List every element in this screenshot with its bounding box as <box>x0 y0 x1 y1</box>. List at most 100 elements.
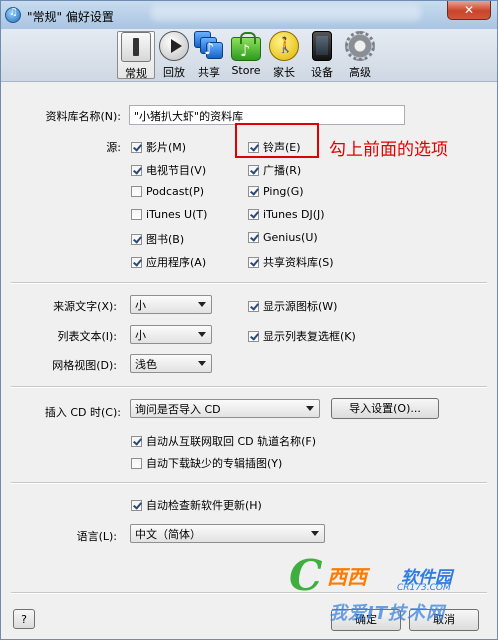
grid-view-select[interactable]: 浅色 <box>130 354 212 373</box>
preferences-toolbar: 常规 回放 ♪ 共享 Store 家长 设备 <box>1 29 497 82</box>
language-label: 语言(L): <box>76 530 117 543</box>
tab-parental[interactable]: 家长 <box>265 31 303 79</box>
window-title: "常规" 偏好设置 <box>27 10 114 24</box>
tab-sharing-label: 共享 <box>198 66 220 79</box>
store-icon <box>231 32 261 61</box>
tab-advanced-label: 高级 <box>349 66 371 79</box>
checkbox-label: 显示源图标(W) <box>263 300 338 313</box>
checkbox-box <box>131 499 142 511</box>
checkbox-box <box>248 232 259 243</box>
select-value: 小 <box>135 299 146 312</box>
annotation-highlight-box <box>235 123 319 158</box>
tab-playback-label: 回放 <box>163 66 185 79</box>
source-itunesdj-checkbox[interactable]: iTunes DJ(J) <box>248 208 325 221</box>
preferences-window: "常规" 偏好设置 ✕ 常规 回放 ♪ 共享 Store 家长 <box>0 0 498 640</box>
select-value: 小 <box>135 329 146 342</box>
checkbox-box <box>131 141 142 153</box>
checkbox-box <box>131 186 142 197</box>
checkbox-label: 应用程序(A) <box>146 256 207 269</box>
checkbox-label: 影片(M) <box>146 141 187 154</box>
watermark-brand: 西西 <box>327 565 367 589</box>
source-tv-checkbox[interactable]: 电视节目(V) <box>131 162 206 178</box>
sharing-icon: ♪ <box>194 31 224 61</box>
checkbox-box <box>248 164 259 176</box>
show-list-checkboxes-checkbox[interactable]: 显示列表复选框(K) <box>248 328 356 344</box>
source-genius-checkbox[interactable]: Genius(U) <box>248 231 318 244</box>
playback-icon <box>159 31 189 61</box>
tab-devices-label: 设备 <box>311 66 333 79</box>
close-button[interactable]: ✕ <box>447 1 491 20</box>
checkbox-box <box>131 256 142 268</box>
source-podcast-checkbox[interactable]: Podcast(P) <box>131 185 204 198</box>
auto-check-updates-checkbox[interactable]: 自动检查新软件更新(H) <box>131 497 262 513</box>
tab-general[interactable]: 常规 <box>117 31 155 80</box>
checkbox-box <box>131 435 142 447</box>
checkbox-box <box>131 233 142 245</box>
cancel-button[interactable]: 取消 <box>409 609 479 631</box>
checkbox-label: 电视节目(V) <box>146 164 207 177</box>
checkbox-label: 自动检查新软件更新(H) <box>146 499 262 512</box>
general-icon <box>121 32 151 62</box>
auto-cd-track-names-checkbox[interactable]: 自动从互联网取回 CD 轨道名称(F) <box>131 433 316 449</box>
ok-button[interactable]: 确定 <box>331 609 401 631</box>
checkbox-label: 共享资料库(S) <box>263 256 334 269</box>
separator <box>11 386 487 388</box>
tab-advanced[interactable]: 高级 <box>341 31 379 79</box>
list-text-label: 列表文本(I): <box>57 330 117 343</box>
tab-sharing[interactable]: ♪ 共享 <box>190 31 228 79</box>
source-shared-libraries-checkbox[interactable]: 共享资料库(S) <box>248 254 334 270</box>
title-bar-blur <box>151 5 421 21</box>
select-value: 浅色 <box>135 358 157 371</box>
checkbox-box <box>131 209 142 220</box>
import-settings-button[interactable]: 导入设置(O)... <box>331 398 439 419</box>
list-text-select[interactable]: 小 <box>130 325 212 344</box>
tab-devices[interactable]: 设备 <box>303 31 341 79</box>
sources-label: 源: <box>106 141 121 154</box>
tab-store[interactable]: Store <box>227 31 265 79</box>
select-value: 中文（简体） <box>135 528 201 541</box>
chevron-down-icon <box>198 302 206 307</box>
chevron-down-icon <box>198 361 206 366</box>
tab-general-label: 常规 <box>125 67 147 80</box>
library-name-label: 资料库名称(N): <box>45 110 121 123</box>
insert-cd-label: 插入 CD 时(C): <box>44 406 121 419</box>
checkbox-label: Genius(U) <box>263 231 318 244</box>
checkbox-box <box>131 457 142 469</box>
separator <box>11 282 487 284</box>
source-apps-checkbox[interactable]: 应用程序(A) <box>131 254 206 270</box>
gear-icon <box>345 31 375 61</box>
source-radio-checkbox[interactable]: 广播(R) <box>248 162 301 178</box>
checkbox-label: iTunes U(T) <box>146 208 208 221</box>
select-value: 询问是否导入 CD <box>135 403 221 416</box>
checkbox-box <box>248 256 259 268</box>
source-ping-checkbox[interactable]: Ping(G) <box>248 185 304 198</box>
source-text-select[interactable]: 小 <box>130 295 212 314</box>
source-books-checkbox[interactable]: 图书(B) <box>131 231 184 247</box>
checkbox-label: iTunes DJ(J) <box>263 208 325 221</box>
separator <box>11 592 487 594</box>
source-itunesu-checkbox[interactable]: iTunes U(T) <box>131 208 207 221</box>
title-bar: "常规" 偏好设置 ✕ <box>1 1 497 29</box>
watermark-brand2: 软件园 <box>401 568 452 588</box>
help-button[interactable]: ? <box>13 609 35 629</box>
checkbox-label: 显示列表复选框(K) <box>263 330 356 343</box>
chevron-down-icon <box>198 332 206 337</box>
library-name-input[interactable]: "小猪扒大虾"的资料库 <box>129 105 405 125</box>
checkbox-label: 自动下载缺少的专辑插图(Y) <box>146 457 283 470</box>
auto-download-artwork-checkbox[interactable]: 自动下载缺少的专辑插图(Y) <box>131 455 282 471</box>
checkbox-label: Podcast(P) <box>146 185 205 198</box>
checkbox-label: 图书(B) <box>146 233 185 246</box>
show-source-icons-checkbox[interactable]: 显示源图标(W) <box>248 298 337 314</box>
source-movies-checkbox[interactable]: 影片(M) <box>131 139 186 155</box>
checkbox-label: Ping(G) <box>263 185 304 198</box>
annotation-text: 勾上前面的选项 <box>329 140 448 160</box>
checkbox-box <box>131 164 142 176</box>
checkbox-box <box>248 300 259 312</box>
insert-cd-select[interactable]: 询问是否导入 CD <box>130 399 320 418</box>
parental-icon <box>269 31 299 61</box>
language-select[interactable]: 中文（简体） <box>130 524 325 543</box>
source-text-label: 来源文字(X): <box>53 300 117 313</box>
tab-playback[interactable]: 回放 <box>155 31 193 79</box>
device-icon <box>312 31 332 61</box>
chevron-down-icon <box>311 531 319 536</box>
